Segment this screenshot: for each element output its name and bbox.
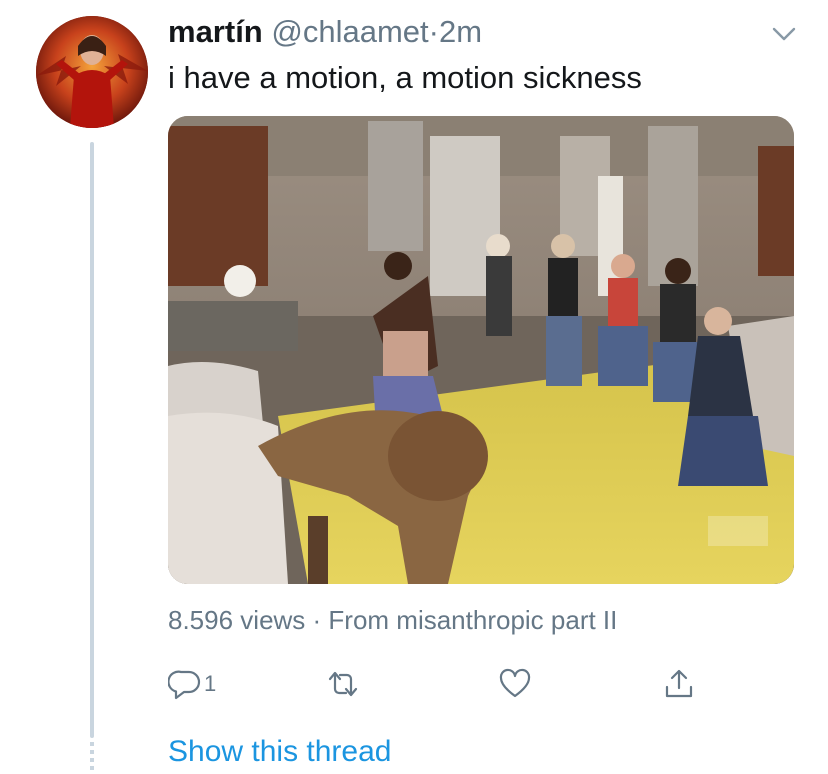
show-thread-link[interactable]: Show this thread (168, 734, 391, 770)
handle[interactable]: @chlaamet (271, 14, 428, 49)
like-button[interactable] (498, 664, 532, 704)
video-thumbnail[interactable] (168, 116, 794, 584)
share-icon (665, 669, 693, 698)
video-frame-image (168, 116, 794, 584)
header-separator: · (428, 14, 439, 49)
thread-continuation-dots (90, 742, 94, 770)
reply-bubble-icon (168, 670, 201, 700)
tweet-header: martín @chlaamet·2m (168, 14, 482, 50)
avatar-image (36, 16, 148, 128)
retweet-icon (328, 671, 358, 697)
thread-line (90, 142, 94, 738)
retweet-button[interactable] (326, 664, 360, 704)
share-button[interactable] (662, 664, 696, 704)
chevron-down-icon[interactable] (770, 20, 798, 48)
display-name[interactable]: martín (168, 14, 263, 49)
reply-button[interactable]: 1 (168, 664, 216, 704)
reply-count: 1 (204, 671, 217, 696)
heart-icon (499, 668, 531, 698)
views-line: 8.596 views · From misanthropic part II (168, 605, 618, 635)
timestamp[interactable]: 2m (439, 14, 482, 49)
action-bar: 1 (168, 664, 708, 704)
tweet-text: i have a motion, a motion sickness (168, 60, 642, 95)
avatar[interactable] (36, 16, 148, 128)
